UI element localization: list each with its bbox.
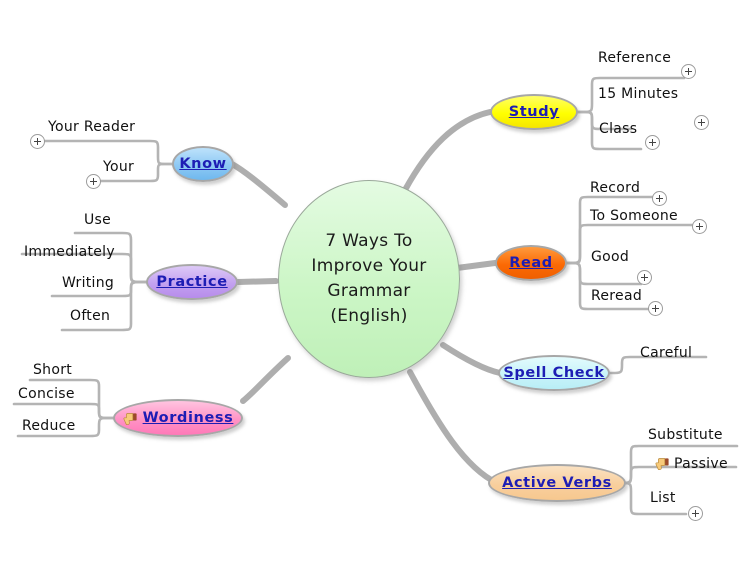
- subtopic-immediately-label: Immediately: [24, 244, 115, 260]
- topic-know-label: Know: [179, 156, 227, 172]
- expand-reread[interactable]: [648, 301, 663, 316]
- expand-your-reader[interactable]: [30, 134, 45, 149]
- subtopic-list[interactable]: List: [650, 490, 676, 506]
- topic-study-label: Study: [508, 104, 560, 120]
- subtopic-substitute-label: Substitute: [648, 427, 723, 443]
- subtopic-passive-label: Passive: [674, 456, 728, 472]
- topic-read[interactable]: Read: [495, 245, 567, 281]
- expand-good[interactable]: [637, 270, 652, 285]
- mind-map-canvas: 7 Ways To Improve Your Grammar (English)…: [0, 0, 750, 563]
- thumbs-down-icon: [123, 409, 138, 428]
- subtopic-use[interactable]: Use: [84, 212, 111, 228]
- subtopic-to-someone-label: To Someone: [590, 208, 678, 224]
- subtopic-careful[interactable]: Careful: [640, 345, 692, 361]
- thumbs-down-icon: [655, 456, 670, 472]
- subtopic-writing-label: Writing: [62, 275, 115, 291]
- subtopic-concise[interactable]: Concise: [18, 386, 75, 402]
- central-line-2: Improve Your: [311, 256, 427, 276]
- subtopic-to-someone[interactable]: To Someone: [590, 208, 678, 224]
- subtopic-passive[interactable]: Passive: [655, 456, 728, 472]
- topic-wordiness-label: Wordiness: [142, 410, 234, 426]
- central-topic[interactable]: 7 Ways To Improve Your Grammar (English): [278, 180, 460, 378]
- subtopic-reference-label: Reference: [598, 50, 672, 66]
- subtopic-your-label: Your: [103, 159, 135, 175]
- subtopic-your[interactable]: Your: [103, 159, 134, 175]
- topic-know[interactable]: Know: [172, 146, 234, 182]
- topic-spell-check-label: Spell Check: [503, 365, 605, 381]
- expand-15-minutes[interactable]: [694, 115, 709, 130]
- subtopic-reduce-label: Reduce: [22, 418, 76, 434]
- subtopic-writing[interactable]: Writing: [62, 275, 114, 291]
- topic-spell-check[interactable]: Spell Check: [498, 355, 610, 391]
- expand-reference[interactable]: [681, 64, 696, 79]
- expand-to-someone[interactable]: [692, 219, 707, 234]
- subtopic-often-label: Often: [70, 308, 111, 324]
- central-line-4: (English): [330, 306, 408, 326]
- subtopic-immediately[interactable]: Immediately: [24, 244, 115, 260]
- subtopic-record[interactable]: Record: [590, 180, 640, 196]
- subtopic-short-label: Short: [33, 362, 73, 378]
- topic-active-verbs-label: Active Verbs: [502, 475, 612, 491]
- subtopic-good[interactable]: Good: [591, 249, 629, 265]
- subtopic-15-minutes[interactable]: 15 Minutes: [598, 86, 678, 102]
- subtopic-class-label: Class: [599, 121, 638, 137]
- subtopic-15-minutes-label: 15 Minutes: [598, 86, 679, 102]
- subtopic-short[interactable]: Short: [33, 362, 72, 378]
- subtopic-your-reader[interactable]: Your Reader: [48, 119, 135, 135]
- subtopic-list-label: List: [650, 490, 676, 506]
- subtopic-reduce[interactable]: Reduce: [22, 418, 76, 434]
- subtopic-use-label: Use: [84, 212, 112, 228]
- central-line-1: 7 Ways To: [325, 231, 413, 251]
- subtopic-careful-label: Careful: [640, 345, 693, 361]
- subtopic-reread-label: Reread: [591, 288, 643, 304]
- central-topic-label: 7 Ways To Improve Your Grammar (English): [297, 229, 440, 329]
- subtopic-substitute[interactable]: Substitute: [648, 427, 723, 443]
- central-line-3: Grammar: [327, 281, 411, 301]
- topic-practice-label: Practice: [156, 274, 228, 290]
- topic-active-verbs[interactable]: Active Verbs: [488, 464, 626, 502]
- subtopic-good-label: Good: [591, 249, 630, 265]
- topic-study[interactable]: Study: [490, 94, 578, 130]
- topic-wordiness[interactable]: Wordiness: [113, 399, 243, 437]
- expand-record[interactable]: [652, 191, 667, 206]
- topic-read-label: Read: [509, 255, 553, 271]
- subtopic-often[interactable]: Often: [70, 308, 110, 324]
- topic-practice[interactable]: Practice: [146, 264, 238, 300]
- subtopic-your-reader-label: Your Reader: [48, 119, 136, 135]
- expand-class[interactable]: [645, 135, 660, 150]
- subtopic-reference[interactable]: Reference: [598, 50, 671, 66]
- subtopic-class[interactable]: Class: [599, 121, 637, 137]
- subtopic-reread[interactable]: Reread: [591, 288, 642, 304]
- expand-your[interactable]: [86, 174, 101, 189]
- expand-list[interactable]: [688, 506, 703, 521]
- subtopic-concise-label: Concise: [18, 386, 75, 402]
- subtopic-record-label: Record: [590, 180, 641, 196]
